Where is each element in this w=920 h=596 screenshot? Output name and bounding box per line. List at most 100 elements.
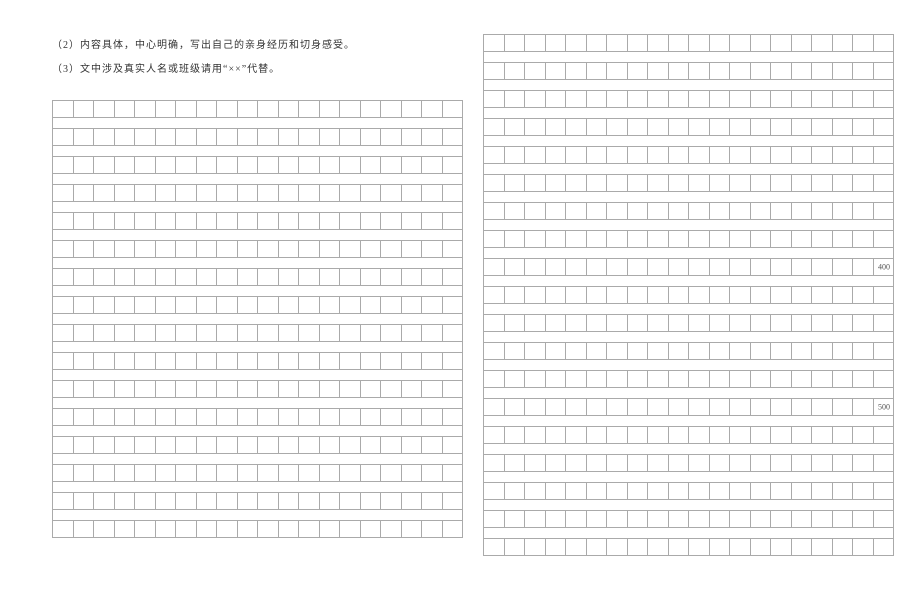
writing-cell[interactable] xyxy=(606,398,627,416)
writing-cell[interactable] xyxy=(750,538,771,556)
writing-cell[interactable] xyxy=(545,174,566,192)
writing-cell[interactable] xyxy=(873,258,894,276)
writing-cell[interactable] xyxy=(339,100,360,118)
writing-cell[interactable] xyxy=(216,352,237,370)
writing-cell[interactable] xyxy=(565,426,586,444)
writing-cell[interactable] xyxy=(216,268,237,286)
writing-cell[interactable] xyxy=(852,314,873,332)
writing-cell[interactable] xyxy=(360,324,381,342)
writing-cell[interactable] xyxy=(647,34,668,52)
writing-cell[interactable] xyxy=(216,436,237,454)
writing-cell[interactable] xyxy=(524,202,545,220)
writing-cell[interactable] xyxy=(832,510,853,528)
writing-cell[interactable] xyxy=(421,324,442,342)
writing-cell[interactable] xyxy=(647,230,668,248)
writing-cell[interactable] xyxy=(401,380,422,398)
writing-cell[interactable] xyxy=(134,324,155,342)
writing-cell[interactable] xyxy=(114,408,135,426)
writing-cell[interactable] xyxy=(380,520,401,538)
writing-cell[interactable] xyxy=(421,492,442,510)
writing-cell[interactable] xyxy=(750,146,771,164)
writing-cell[interactable] xyxy=(504,398,525,416)
writing-cell[interactable] xyxy=(770,230,791,248)
writing-cell[interactable] xyxy=(688,454,709,472)
writing-cell[interactable] xyxy=(298,436,319,454)
writing-cell[interactable] xyxy=(155,520,176,538)
writing-cell[interactable] xyxy=(196,184,217,202)
writing-cell[interactable] xyxy=(175,436,196,454)
writing-cell[interactable] xyxy=(811,482,832,500)
writing-cell[interactable] xyxy=(155,268,176,286)
writing-cell[interactable] xyxy=(52,240,73,258)
writing-cell[interactable] xyxy=(565,174,586,192)
writing-cell[interactable] xyxy=(709,34,730,52)
writing-cell[interactable] xyxy=(852,454,873,472)
writing-cell[interactable] xyxy=(873,454,894,472)
writing-cell[interactable] xyxy=(709,286,730,304)
writing-cell[interactable] xyxy=(647,510,668,528)
writing-cell[interactable] xyxy=(216,156,237,174)
writing-cell[interactable] xyxy=(524,118,545,136)
writing-cell[interactable] xyxy=(709,90,730,108)
writing-cell[interactable] xyxy=(339,268,360,286)
writing-cell[interactable] xyxy=(668,230,689,248)
writing-cell[interactable] xyxy=(339,184,360,202)
writing-cell[interactable] xyxy=(811,118,832,136)
writing-cell[interactable] xyxy=(421,100,442,118)
writing-cell[interactable] xyxy=(873,34,894,52)
writing-cell[interactable] xyxy=(647,370,668,388)
writing-cell[interactable] xyxy=(606,34,627,52)
writing-cell[interactable] xyxy=(73,240,94,258)
writing-cell[interactable] xyxy=(442,184,463,202)
writing-cell[interactable] xyxy=(811,370,832,388)
writing-cell[interactable] xyxy=(360,380,381,398)
writing-cell[interactable] xyxy=(155,296,176,314)
writing-cell[interactable] xyxy=(586,398,607,416)
writing-cell[interactable] xyxy=(380,184,401,202)
writing-cell[interactable] xyxy=(688,174,709,192)
writing-cell[interactable] xyxy=(729,118,750,136)
writing-cell[interactable] xyxy=(606,146,627,164)
writing-cell[interactable] xyxy=(791,510,812,528)
writing-cell[interactable] xyxy=(339,128,360,146)
writing-cell[interactable] xyxy=(565,146,586,164)
writing-cell[interactable] xyxy=(545,230,566,248)
writing-cell[interactable] xyxy=(852,538,873,556)
writing-cell[interactable] xyxy=(196,240,217,258)
writing-cell[interactable] xyxy=(586,202,607,220)
writing-cell[interactable] xyxy=(93,492,114,510)
writing-cell[interactable] xyxy=(216,212,237,230)
writing-cell[interactable] xyxy=(791,286,812,304)
writing-cell[interactable] xyxy=(688,510,709,528)
writing-cell[interactable] xyxy=(380,436,401,454)
writing-cell[interactable] xyxy=(627,370,648,388)
writing-cell[interactable] xyxy=(216,324,237,342)
writing-cell[interactable] xyxy=(606,426,627,444)
writing-cell[interactable] xyxy=(155,100,176,118)
writing-cell[interactable] xyxy=(586,426,607,444)
writing-cell[interactable] xyxy=(442,352,463,370)
writing-cell[interactable] xyxy=(339,464,360,482)
writing-cell[interactable] xyxy=(360,408,381,426)
writing-cell[interactable] xyxy=(688,62,709,80)
writing-cell[interactable] xyxy=(155,156,176,174)
writing-cell[interactable] xyxy=(73,352,94,370)
writing-cell[interactable] xyxy=(750,454,771,472)
writing-cell[interactable] xyxy=(668,202,689,220)
writing-cell[interactable] xyxy=(770,62,791,80)
writing-cell[interactable] xyxy=(832,230,853,248)
writing-cell[interactable] xyxy=(791,146,812,164)
writing-cell[interactable] xyxy=(545,118,566,136)
writing-cell[interactable] xyxy=(647,398,668,416)
writing-cell[interactable] xyxy=(73,100,94,118)
writing-cell[interactable] xyxy=(729,90,750,108)
writing-cell[interactable] xyxy=(73,296,94,314)
writing-cell[interactable] xyxy=(852,510,873,528)
writing-cell[interactable] xyxy=(709,146,730,164)
writing-cell[interactable] xyxy=(421,268,442,286)
writing-cell[interactable] xyxy=(504,202,525,220)
writing-cell[interactable] xyxy=(73,268,94,286)
writing-cell[interactable] xyxy=(93,520,114,538)
writing-cell[interactable] xyxy=(524,230,545,248)
writing-cell[interactable] xyxy=(257,240,278,258)
